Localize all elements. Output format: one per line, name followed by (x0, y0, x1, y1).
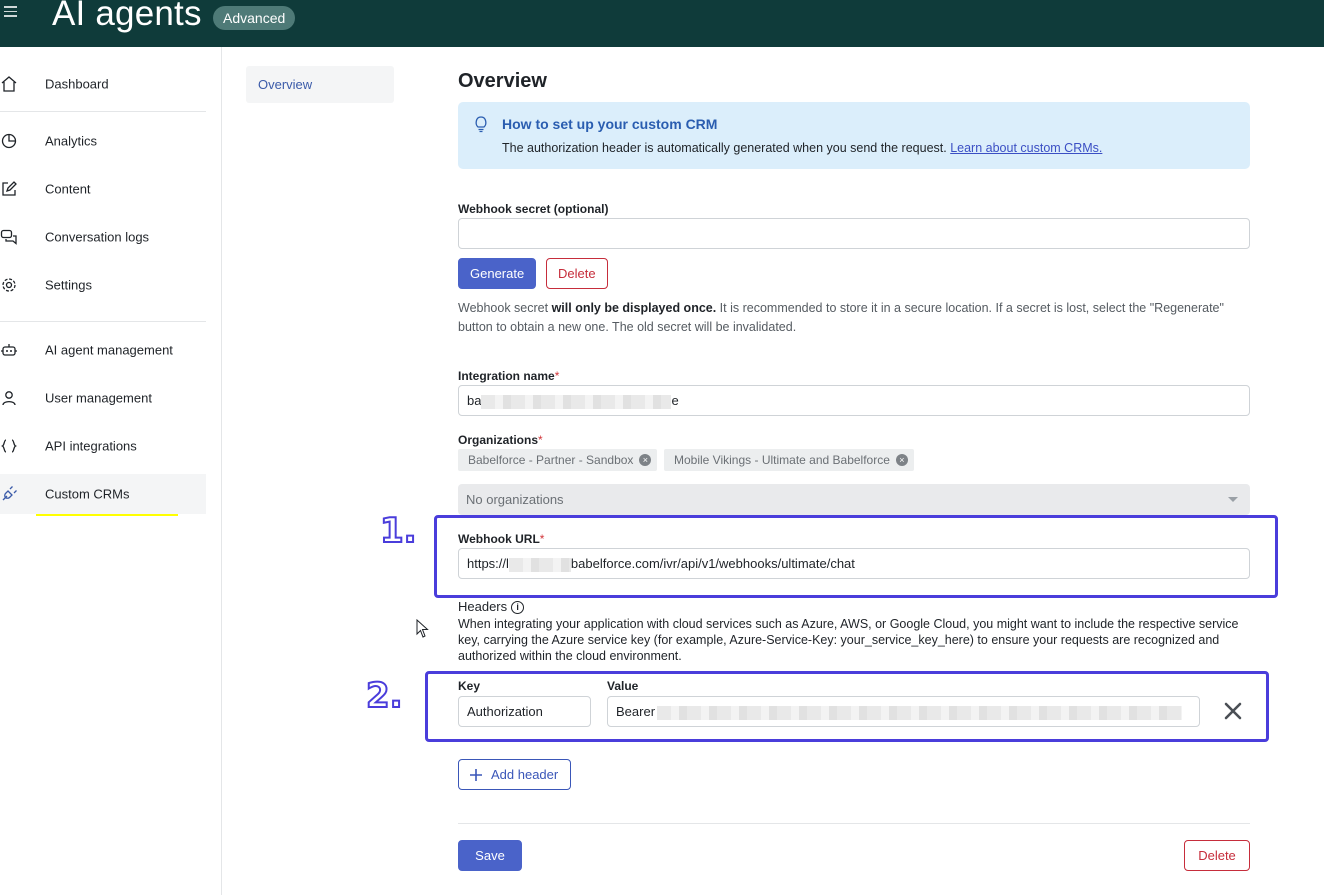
chevron-down-icon (1228, 497, 1238, 502)
label-text: Organizations (458, 433, 539, 447)
info-text-body: The authorization header is automaticall… (502, 141, 951, 155)
sidebar-item-custom-crms[interactable]: Custom CRMs (0, 474, 206, 514)
sidebar-item-ai-agent-management[interactable]: AI agent management (0, 330, 206, 370)
label-text: Integration name (458, 369, 555, 383)
edit-icon (2, 181, 17, 196)
webhook-secret-label: Webhook secret (optional) (458, 202, 609, 216)
app-title: AI agents (52, 0, 202, 33)
sidebar-item-conversation-logs[interactable]: Conversation logs (0, 217, 206, 257)
gear-icon (2, 278, 16, 292)
sidebar-item-label: User management (45, 390, 152, 406)
label-text: Headers (458, 599, 508, 614)
sidebar-item-label: API integrations (45, 438, 137, 454)
sidebar-item-dashboard[interactable]: Dashboard (0, 64, 206, 104)
value-end: babelforce.com/ivr/api/v1/webhooks/ultim… (570, 556, 855, 571)
remove-chip-icon[interactable]: × (639, 454, 652, 466)
webhook-url-input[interactable]: https://l babelforce.com/ivr/api/v1/webho… (458, 548, 1250, 579)
required-mark: * (554, 369, 560, 383)
lightbulb-icon (475, 116, 487, 133)
sidebar-item-label: Dashboard (45, 76, 109, 92)
pie-chart-icon (1, 133, 17, 149)
sidebar-item-label: Analytics (45, 133, 98, 149)
chip-label: Mobile Vikings - Ultimate and Babelforce (674, 453, 890, 467)
organizations-label: Organizations* (458, 433, 543, 447)
webhook-secret-help: Webhook secret will only be displayed on… (458, 299, 1248, 337)
value-start: ba (467, 393, 482, 408)
remove-header-icon[interactable] (1222, 700, 1244, 722)
value-start: Bearer (616, 704, 656, 719)
plug-icon (2, 486, 17, 501)
delete-integration-button[interactable]: Delete (1184, 840, 1250, 871)
remove-chip-icon[interactable]: × (895, 454, 908, 466)
divider (0, 321, 206, 322)
header-key-input[interactable]: Authorization (458, 696, 591, 727)
webhook-secret-input[interactable] (458, 218, 1250, 249)
org-chip: Mobile Vikings - Ultimate and Babelforce… (664, 449, 914, 471)
sidebar: Dashboard Analytics Content Conversation… (0, 47, 222, 895)
hamburger-menu-icon[interactable] (4, 6, 20, 18)
sidebar-item-label: AI agent management (45, 342, 173, 358)
sidebar-item-api-integrations[interactable]: API integrations (0, 426, 206, 466)
sidebar-item-content[interactable]: Content (0, 169, 206, 209)
help-prefix: Webhook secret (458, 301, 552, 315)
plan-badge: Advanced (213, 6, 296, 30)
top-bar: AI agents Advanced (0, 0, 1324, 47)
info-icon[interactable]: i (511, 601, 525, 615)
braces-icon (1, 439, 17, 453)
mouse-cursor-icon (416, 619, 429, 638)
required-mark: * (538, 433, 543, 447)
integration-name-label: Integration name* (458, 369, 559, 383)
value-start: https://l (467, 556, 509, 571)
delete-secret-button[interactable]: Delete (546, 258, 608, 289)
redacted-block (481, 394, 672, 409)
info-text: The authorization header is automaticall… (502, 141, 1102, 155)
info-title: How to set up your custom CRM (502, 116, 718, 132)
redacted-block (508, 557, 571, 572)
required-mark: * (539, 532, 545, 546)
label-text: Webhook URL (458, 532, 540, 546)
sidebar-item-label: Custom CRMs (45, 486, 130, 502)
organizations-select[interactable]: No organizations (458, 484, 1250, 515)
header-key-label: Key (458, 679, 481, 693)
sidebar-item-analytics[interactable]: Analytics (0, 121, 206, 161)
headers-description: When integrating your application with c… (458, 617, 1239, 663)
sidebar-item-settings[interactable]: Settings (0, 265, 206, 305)
chip-label: Babelforce - Partner - Sandbox (468, 453, 634, 467)
generate-button[interactable]: Generate (458, 258, 537, 289)
user-icon (2, 391, 16, 406)
value-end: e (671, 393, 679, 408)
annotation-number-1: 1. (379, 510, 418, 552)
integration-name-input[interactable]: ba e (458, 385, 1250, 416)
save-button[interactable]: Save (458, 840, 522, 871)
sidebar-item-label: Conversation logs (45, 229, 150, 245)
help-bold: will only be displayed once. (551, 301, 717, 315)
redacted-block (657, 705, 1183, 720)
robot-icon (1, 344, 17, 356)
headers-label: Headers i (458, 599, 525, 615)
header-value-label: Value (607, 679, 639, 693)
page-title: Overview (458, 70, 547, 92)
home-icon (1, 76, 17, 92)
subnav-overview[interactable]: Overview (246, 66, 394, 103)
header-value-input[interactable]: Bearer (607, 696, 1200, 727)
plus-icon (470, 769, 482, 781)
info-callout: How to set up your custom CRM The author… (458, 102, 1250, 169)
divider (0, 111, 206, 112)
add-header-label: Add header (491, 767, 559, 782)
annotation-number-2: 2. (365, 675, 404, 717)
sidebar-item-user-management[interactable]: User management (0, 378, 206, 418)
select-placeholder: No organizations (466, 492, 564, 507)
subnav-overview-label: Overview (258, 77, 313, 92)
webhook-url-label: Webhook URL* (458, 532, 544, 546)
sidebar-item-label: Content (45, 181, 91, 197)
org-chip: Babelforce - Partner - Sandbox × (458, 449, 658, 471)
add-header-button[interactable]: Add header (458, 759, 572, 790)
chat-bubbles-icon (0, 229, 17, 245)
learn-more-link[interactable]: Learn about custom CRMs. (950, 141, 1102, 155)
sidebar-item-label: Settings (45, 277, 92, 293)
divider (458, 823, 1250, 824)
